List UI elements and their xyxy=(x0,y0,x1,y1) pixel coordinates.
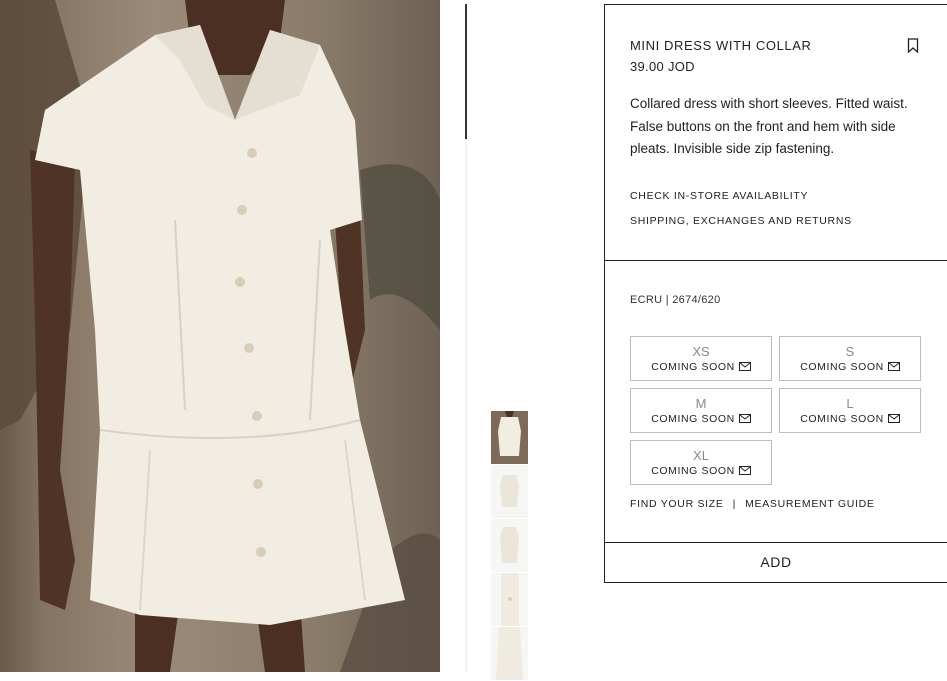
envelope-icon xyxy=(738,414,751,423)
bookmark-icon[interactable] xyxy=(907,38,919,53)
size-help-links: FIND YOUR SIZE | MEASUREMENT GUIDE xyxy=(630,498,875,510)
envelope-icon xyxy=(738,466,751,475)
product-price: 39.00 JOD xyxy=(630,59,695,74)
thumbnail-4[interactable] xyxy=(491,573,528,626)
product-title: MINI DRESS WITH COLLAR xyxy=(630,38,812,53)
thumbnail-2[interactable] xyxy=(491,465,528,518)
size-status: COMING SOON xyxy=(631,465,771,477)
size-label: S xyxy=(845,344,855,359)
thumbnail-1[interactable] xyxy=(491,411,528,464)
add-to-cart-button[interactable]: ADD xyxy=(605,543,947,582)
size-option-s[interactable]: S COMING SOON xyxy=(779,336,921,381)
color-reference: ECRU | 2674/620 xyxy=(630,294,721,306)
product-main-image[interactable] xyxy=(0,0,440,672)
check-store-availability-link[interactable]: CHECK IN-STORE AVAILABILITY xyxy=(630,190,808,202)
envelope-icon xyxy=(887,414,900,423)
product-details: MINI DRESS WITH COLLAR 39.00 JOD Collare… xyxy=(605,5,947,261)
dress-illustration xyxy=(0,0,440,672)
size-label: XL xyxy=(693,448,709,463)
size-label: L xyxy=(846,396,854,411)
envelope-icon xyxy=(738,362,751,371)
separator: | xyxy=(732,498,737,510)
image-scroll-thumb[interactable] xyxy=(465,4,467,139)
size-status: COMING SOON xyxy=(780,413,920,425)
shipping-returns-link[interactable]: SHIPPING, EXCHANGES AND RETURNS xyxy=(630,215,852,227)
size-option-xl[interactable]: XL COMING SOON xyxy=(630,440,772,485)
thumbnail-strip xyxy=(491,411,528,681)
product-info-panel: MINI DRESS WITH COLLAR 39.00 JOD Collare… xyxy=(604,4,947,583)
measurement-guide-link[interactable]: MEASUREMENT GUIDE xyxy=(745,498,875,510)
thumbnail-5[interactable] xyxy=(491,627,528,680)
size-label: M xyxy=(695,396,707,411)
size-selector-section: ECRU | 2674/620 XS COMING SOON S COMING … xyxy=(605,261,947,543)
size-option-l[interactable]: L COMING SOON xyxy=(779,388,921,433)
size-status: COMING SOON xyxy=(780,361,920,373)
size-status: COMING SOON xyxy=(631,361,771,373)
thumbnail-3[interactable] xyxy=(491,519,528,572)
size-option-xs[interactable]: XS COMING SOON xyxy=(630,336,772,381)
size-label: XS xyxy=(692,344,710,359)
size-status: COMING SOON xyxy=(631,413,771,425)
find-your-size-link[interactable]: FIND YOUR SIZE xyxy=(630,498,724,510)
product-description: Collared dress with short sleeves. Fitte… xyxy=(630,96,908,156)
size-option-m[interactable]: M COMING SOON xyxy=(630,388,772,433)
envelope-icon xyxy=(887,362,900,371)
